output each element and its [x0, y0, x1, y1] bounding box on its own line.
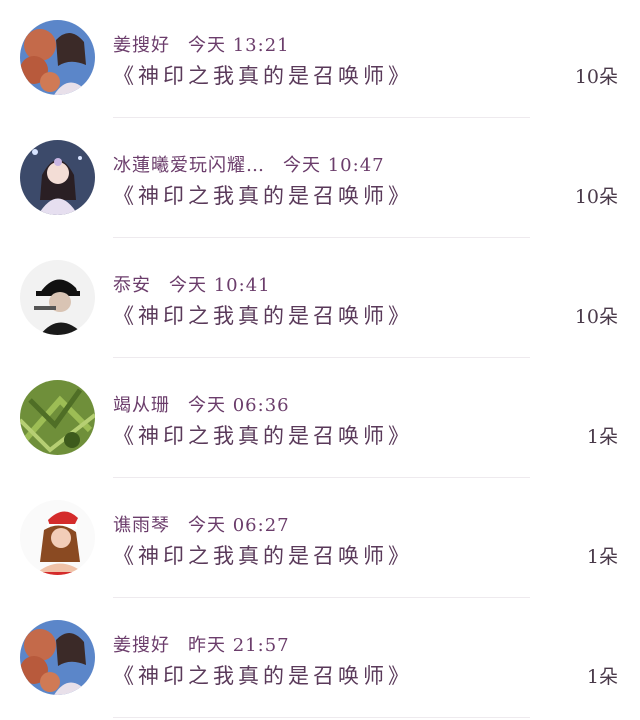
list-item[interactable]: 姜搜好 今天 13:21 《神印之我真的是召唤师》 10朵 — [0, 0, 640, 120]
book-title[interactable]: 《神印之我真的是召唤师》 — [113, 540, 413, 568]
list-item[interactable]: 谯雨琴 今天 06:27 《神印之我真的是召唤师》 1朵 — [0, 480, 640, 600]
avatar-anime-girl-icon[interactable] — [20, 140, 95, 215]
avatar-green-plant-icon[interactable] — [20, 380, 95, 455]
flower-count: 10朵 — [574, 66, 618, 88]
list-item[interactable]: 姜搜好 昨天 21:57 《神印之我真的是召唤师》 1朵 — [0, 600, 640, 720]
gift-time: 昨天 21:57 — [188, 635, 290, 656]
gift-time: 今天 06:36 — [188, 395, 290, 416]
gift-time: 今天 10:41 — [169, 275, 271, 296]
divider — [113, 597, 530, 598]
gift-time: 今天 10:47 — [283, 155, 385, 176]
gift-time: 今天 13:21 — [188, 35, 290, 56]
book-title[interactable]: 《神印之我真的是召唤师》 — [113, 660, 413, 688]
flower-count: 1朵 — [586, 546, 618, 568]
user-name[interactable]: 姜搜好 — [113, 635, 170, 656]
user-name[interactable]: 忝安 — [113, 275, 151, 296]
avatar-girl-flowers-icon[interactable] — [20, 620, 95, 695]
flower-count: 10朵 — [574, 186, 618, 208]
gift-record-list: 姜搜好 今天 13:21 《神印之我真的是召唤师》 10朵 冰蓮曦爱玩闪耀… 今天 … — [0, 0, 640, 718]
list-item[interactable]: 忝安 今天 10:41 《神印之我真的是召唤师》 10朵 — [0, 240, 640, 360]
flower-count: 1朵 — [586, 666, 618, 688]
user-name[interactable]: 竭从珊 — [113, 395, 170, 416]
divider — [113, 357, 530, 358]
user-name[interactable]: 姜搜好 — [113, 35, 170, 56]
flower-count: 10朵 — [574, 306, 618, 328]
flower-count: 1朵 — [586, 426, 618, 448]
list-item[interactable]: 冰蓮曦爱玩闪耀… 今天 10:47 《神印之我真的是召唤师》 10朵 — [0, 120, 640, 240]
book-title[interactable]: 《神印之我真的是召唤师》 — [113, 180, 413, 208]
gift-time: 今天 06:27 — [188, 515, 290, 536]
avatar-man-cap-icon[interactable] — [20, 260, 95, 335]
user-name[interactable]: 冰蓮曦爱玩闪耀… — [113, 155, 265, 176]
user-name[interactable]: 谯雨琴 — [113, 515, 170, 536]
divider — [113, 117, 530, 118]
list-item[interactable]: 竭从珊 今天 06:36 《神印之我真的是召唤师》 1朵 — [0, 360, 640, 480]
book-title[interactable]: 《神印之我真的是召唤师》 — [113, 60, 413, 88]
book-title[interactable]: 《神印之我真的是召唤师》 — [113, 420, 413, 448]
book-title[interactable]: 《神印之我真的是召唤师》 — [113, 300, 413, 328]
avatar-girl-flowers-icon[interactable] — [20, 20, 95, 95]
divider — [113, 237, 530, 238]
avatar-santa-girl-icon[interactable] — [20, 500, 95, 575]
divider — [113, 477, 530, 478]
